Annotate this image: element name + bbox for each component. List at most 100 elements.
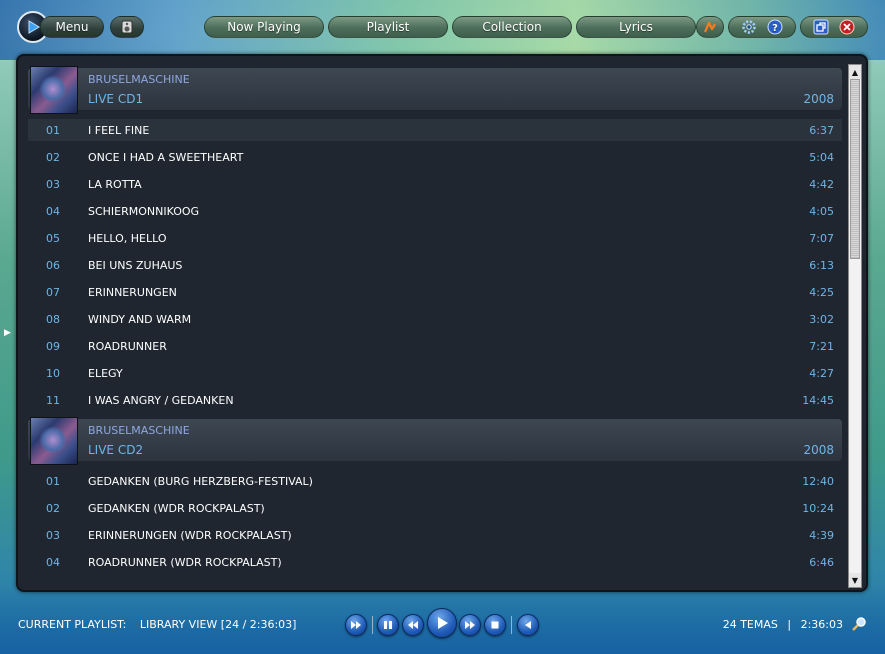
track-title: ERINNERUNGEN: [88, 286, 177, 299]
track-row[interactable]: 11 I WAS ANGRY / GEDANKEN 14:45: [28, 389, 842, 411]
total-duration: 2:36:03: [800, 618, 843, 631]
playlist-summary: 24 TEMAS | 2:36:03: [723, 618, 843, 631]
album-header[interactable]: BRUSELMASCHINE LIVE CD1 2008: [28, 66, 842, 114]
tab-label: Lyrics: [619, 20, 653, 34]
track-row[interactable]: 04 SCHIERMONNIKOOG 4:05: [28, 200, 842, 222]
album-art: [30, 66, 78, 114]
track-row[interactable]: 05 HELLO, HELLO 7:07: [28, 227, 842, 249]
track-title: SCHIERMONNIKOOG: [88, 205, 200, 218]
track-number: 03: [46, 529, 60, 542]
rewind-button[interactable]: [402, 614, 424, 636]
play-icon: [438, 617, 448, 629]
track-number: 05: [46, 232, 60, 245]
track-number: 01: [46, 475, 60, 488]
gear-icon[interactable]: [741, 19, 757, 35]
menu-button[interactable]: Menu: [40, 16, 104, 38]
track-row[interactable]: 03 LA ROTTA 4:42: [28, 173, 842, 195]
shuffle-button[interactable]: [345, 614, 367, 636]
track-duration: 14:45: [802, 394, 834, 407]
track-duration: 12:40: [802, 475, 834, 488]
playlist-scrollbar[interactable]: ▲ ▼: [848, 64, 862, 588]
track-row[interactable]: 09 ROADRUNNER 7:21: [28, 335, 842, 357]
track-duration: 5:04: [809, 151, 834, 164]
svg-text:?: ?: [772, 23, 778, 34]
scroll-down-icon[interactable]: ▼: [849, 573, 861, 587]
fast-forward-icon: [465, 621, 475, 629]
tab-collection[interactable]: Collection: [452, 16, 572, 38]
close-icon[interactable]: [839, 19, 855, 35]
tab-lyrics[interactable]: Lyrics: [576, 16, 696, 38]
track-row[interactable]: 01 GEDANKEN (BURG HERZBERG-FESTIVAL) 12:…: [28, 470, 842, 492]
track-title: I FEEL FINE: [88, 124, 150, 137]
fast-forward-button[interactable]: [459, 614, 481, 636]
menu-button-label: Menu: [55, 20, 89, 34]
track-number: 11: [46, 394, 60, 407]
album-header[interactable]: BRUSELMASCHINE LIVE CD2 2008: [28, 417, 842, 465]
settings-help-group: ?: [728, 16, 796, 38]
rewind-icon: [408, 621, 418, 629]
track-count: 24 TEMAS: [722, 618, 778, 631]
volume-icon: [525, 621, 531, 629]
scroll-up-icon[interactable]: ▲: [849, 65, 861, 79]
track-row[interactable]: 02 ONCE I HAD A SWEETHEART 5:04: [28, 146, 842, 168]
track-number: 02: [46, 502, 60, 515]
lastfm-icon: [703, 21, 716, 33]
shuffle-play-icon: [351, 621, 361, 629]
mini-player-button[interactable]: [110, 16, 144, 38]
track-title: GEDANKEN (WDR ROCKPALAST): [88, 502, 265, 515]
track-duration: 4:25: [809, 286, 834, 299]
track-duration: 3:02: [809, 313, 834, 326]
tab-now-playing[interactable]: Now Playing: [204, 16, 324, 38]
volume-button[interactable]: [517, 614, 539, 636]
tab-label: Now Playing: [227, 20, 301, 34]
controls-divider: [372, 616, 373, 634]
track-duration: 4:42: [809, 178, 834, 191]
track-row[interactable]: 06 BEI UNS ZUHAUS 6:13: [28, 254, 842, 276]
controls-divider: [511, 616, 512, 634]
track-row[interactable]: 01 I FEEL FINE 6:37: [28, 119, 842, 141]
track-number: 06: [46, 259, 60, 272]
track-row[interactable]: 04 ROADRUNNER (WDR ROCKPALAST) 6:46: [28, 551, 842, 573]
side-panel-toggle-icon[interactable]: ▶: [4, 328, 11, 338]
album-artist: BRUSELMASCHINE: [88, 73, 190, 86]
summary-separator: |: [787, 618, 792, 631]
track-duration: 6:13: [809, 259, 834, 272]
track-duration: 4:05: [809, 205, 834, 218]
restore-window-icon[interactable]: [813, 19, 829, 35]
tab-playlist[interactable]: Playlist: [328, 16, 448, 38]
track-number: 02: [46, 151, 60, 164]
track-title: ONCE I HAD A SWEETHEART: [88, 151, 244, 164]
tab-label: Collection: [482, 20, 542, 34]
stop-icon: [491, 621, 499, 629]
track-number: 03: [46, 178, 60, 191]
pause-button[interactable]: [377, 614, 399, 636]
track-number: 08: [46, 313, 60, 326]
track-row[interactable]: 02 GEDANKEN (WDR ROCKPALAST) 10:24: [28, 497, 842, 519]
pause-icon: [384, 621, 392, 629]
track-row[interactable]: 08 WINDY AND WARM 3:02: [28, 308, 842, 330]
window-controls-group: [800, 16, 868, 38]
album-year: 2008: [803, 92, 834, 106]
current-playlist-label: CURRENT PLAYLIST:: [18, 618, 127, 631]
track-title: GEDANKEN (BURG HERZBERG-FESTIVAL): [88, 475, 313, 488]
scrollbar-thumb[interactable]: [850, 79, 860, 259]
track-number: 04: [46, 205, 60, 218]
help-icon[interactable]: ?: [767, 19, 783, 35]
album-artist: BRUSELMASCHINE: [88, 424, 190, 437]
track-title: ERINNERUNGEN (WDR ROCKPALAST): [88, 529, 292, 542]
play-button[interactable]: [427, 608, 457, 638]
stop-button[interactable]: [484, 614, 506, 636]
track-number: 10: [46, 367, 60, 380]
album-title: LIVE CD1: [88, 92, 144, 106]
playlist-panel: BRUSELMASCHINE LIVE CD1 2008 01 I FEEL F…: [16, 54, 868, 592]
track-title: LA ROTTA: [88, 178, 142, 191]
track-title: ROADRUNNER (WDR ROCKPALAST): [88, 556, 282, 569]
magnifier-icon[interactable]: [851, 616, 867, 636]
speaker-icon: [121, 20, 133, 34]
library-view-info[interactable]: LIBRARY VIEW [24 / 2:36:03]: [140, 618, 297, 631]
track-number: 09: [46, 340, 60, 353]
track-row[interactable]: 03 ERINNERUNGEN (WDR ROCKPALAST) 4:39: [28, 524, 842, 546]
track-row[interactable]: 10 ELEGY 4:27: [28, 362, 842, 384]
lastfm-button[interactable]: [696, 16, 724, 38]
track-row[interactable]: 07 ERINNERUNGEN 4:25: [28, 281, 842, 303]
